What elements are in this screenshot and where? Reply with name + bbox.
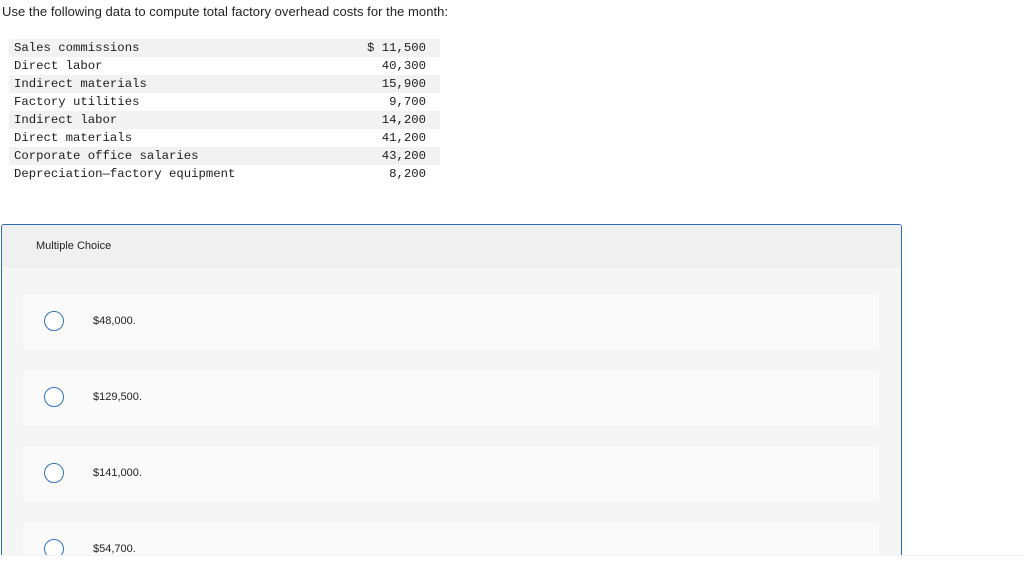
choice-option-a[interactable]: $48,000. <box>23 294 879 350</box>
table-row: Indirect materials 15,900 <box>9 75 440 93</box>
table-row: Depreciation—factory equipment 8,200 <box>9 165 440 183</box>
choice-option-b[interactable]: $129,500. <box>23 370 879 426</box>
radio-button[interactable] <box>44 463 64 483</box>
table-row: Factory utilities 9,700 <box>9 93 440 111</box>
choices-list: $48,000. $129,500. $141,000. $54,700. <box>2 267 901 574</box>
table-row: Corporate office salaries 43,200 <box>9 147 440 165</box>
page-footer-strip <box>0 555 1024 574</box>
row-value: 8,200 <box>389 167 426 181</box>
row-label: Indirect labor <box>9 111 332 129</box>
radio-button[interactable] <box>44 311 64 331</box>
row-value: 40,300 <box>381 59 426 73</box>
row-label: Depreciation—factory equipment <box>14 167 236 181</box>
row-value: $ 11,500 <box>331 39 440 57</box>
radio-button[interactable] <box>44 387 64 407</box>
row-label: Sales commissions <box>9 39 332 57</box>
row-label: Direct labor <box>14 59 103 73</box>
row-value: 14,200 <box>331 111 440 129</box>
table-row: Direct labor 40,300 <box>9 57 440 75</box>
row-value: 41,200 <box>381 131 426 145</box>
cost-data-table: Sales commissions $ 11,500 Direct labor … <box>9 39 440 183</box>
multiple-choice-header: Multiple Choice <box>2 225 901 267</box>
row-label: Corporate office salaries <box>9 147 332 165</box>
row-value: 43,200 <box>331 147 440 165</box>
table-row: Sales commissions $ 11,500 <box>9 39 440 57</box>
table-row: Indirect labor 14,200 <box>9 111 440 129</box>
choice-label: $141,000. <box>93 467 142 479</box>
row-value: 15,900 <box>331 75 440 93</box>
question-text: Use the following data to compute total … <box>2 4 449 19</box>
choice-label: $129,500. <box>93 391 142 403</box>
row-label: Factory utilities <box>14 95 140 109</box>
multiple-choice-panel: Multiple Choice $48,000. $129,500. $141,… <box>1 224 902 574</box>
row-label: Direct materials <box>14 131 133 145</box>
choice-label: $54,700. <box>93 543 136 555</box>
choice-label: $48,000. <box>93 315 136 327</box>
table-row: Direct materials 41,200 <box>9 129 440 147</box>
row-value: 9,700 <box>389 95 426 109</box>
multiple-choice-title: Multiple Choice <box>36 240 112 252</box>
question-page: Use the following data to compute total … <box>0 0 1024 574</box>
row-label: Indirect materials <box>9 75 332 93</box>
choice-option-c[interactable]: $141,000. <box>23 446 879 502</box>
